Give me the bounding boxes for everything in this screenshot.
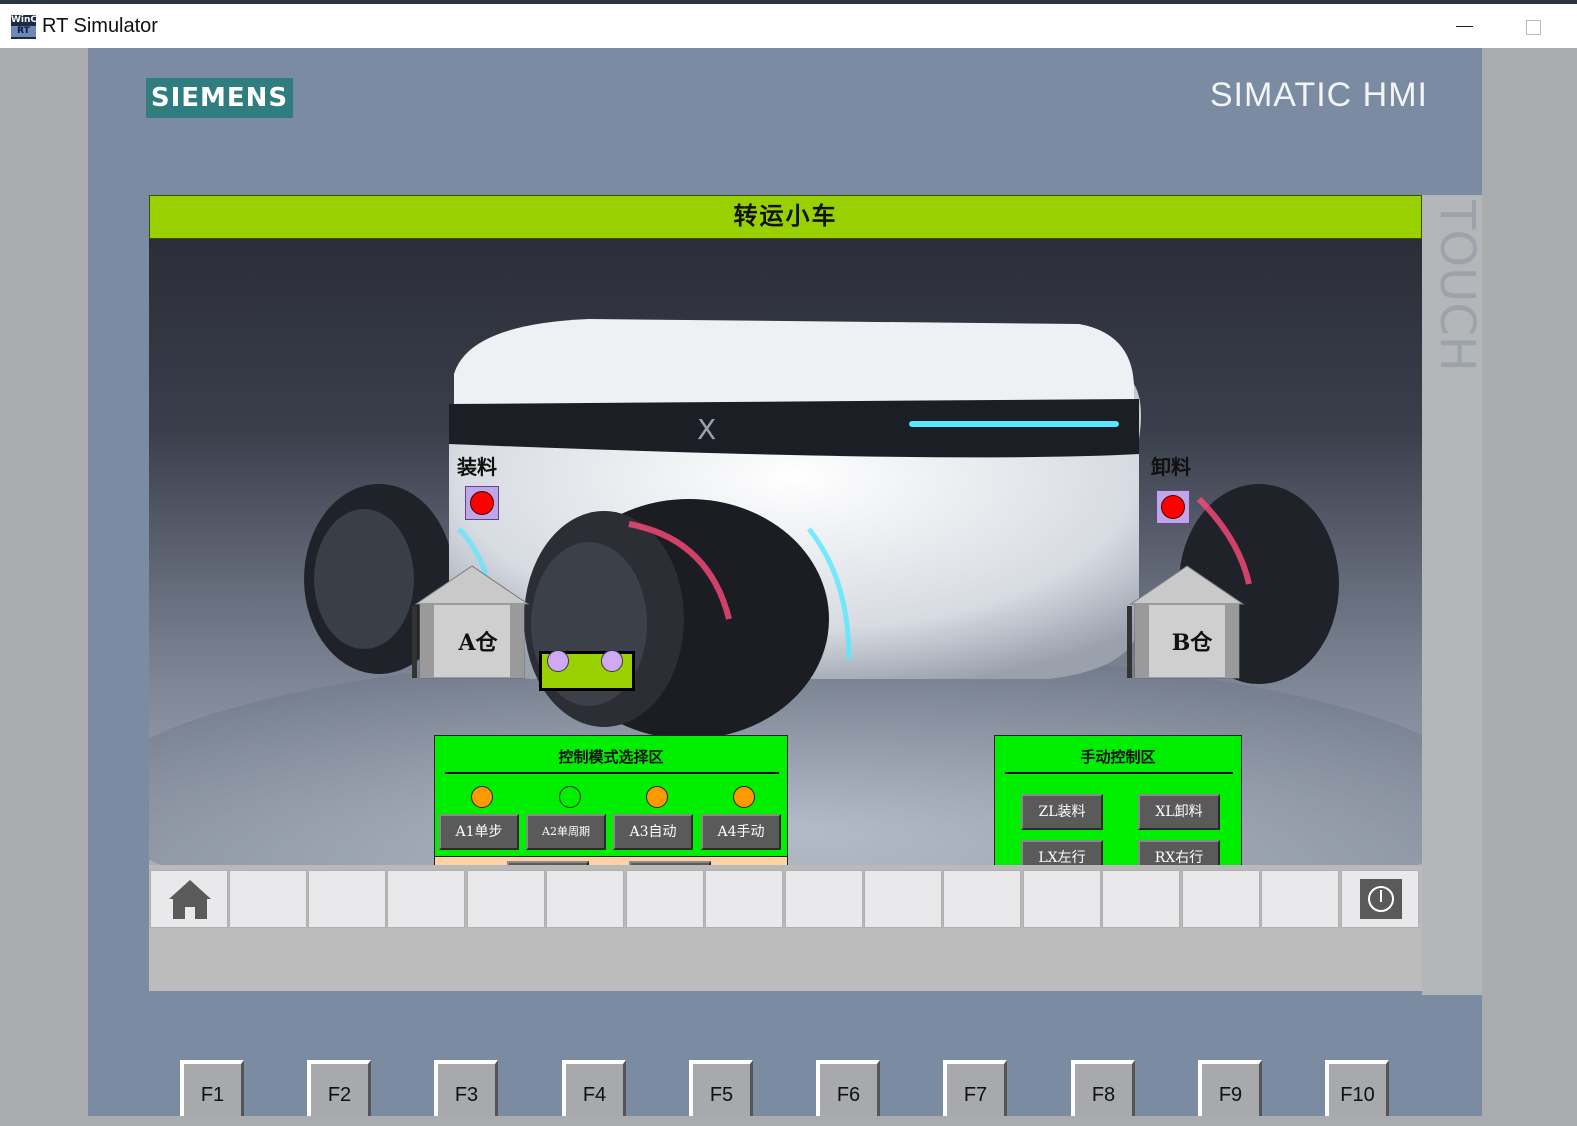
hard-key-f8[interactable]: F8 xyxy=(1071,1060,1135,1116)
load-indicator-lamp xyxy=(470,491,494,515)
touch-label: TOUCH xyxy=(1429,200,1485,372)
hard-key-f3[interactable]: F3 xyxy=(434,1060,498,1116)
device-frame-right xyxy=(1482,48,1577,1116)
hard-key-f10[interactable]: F10 xyxy=(1325,1060,1389,1116)
start-stop-zone: 启动 停止 xyxy=(434,857,788,865)
siemens-logo: SIEMENS xyxy=(146,78,293,118)
minimize-button[interactable] xyxy=(1456,26,1473,27)
app-icon: WinC RT xyxy=(11,15,38,39)
load-label: 装料 xyxy=(457,457,497,479)
screen-key-14[interactable] xyxy=(1182,870,1260,928)
home-key[interactable] xyxy=(150,870,228,928)
control-mode-title: 控制模式选择区 xyxy=(558,749,664,766)
hard-key-f7[interactable]: F7 xyxy=(943,1060,1007,1116)
screen-key-2[interactable] xyxy=(229,870,307,928)
hard-key-f1[interactable]: F1 xyxy=(180,1060,244,1116)
unload-indicator-lamp xyxy=(1161,495,1185,519)
control-mode-zone: 控制模式选择区 A1单步 A2单周期 A3自动 A4手动 xyxy=(434,735,788,857)
power-key[interactable] xyxy=(1341,870,1419,928)
screen-key-15[interactable] xyxy=(1261,870,1339,928)
screen-bottom-area xyxy=(149,928,1422,991)
silo-a-label: A仓 xyxy=(458,630,498,656)
manual-control-title: 手动控制区 xyxy=(1080,749,1156,766)
screen-key-3[interactable] xyxy=(308,870,386,928)
title-bar: WinC RT RT Simulator xyxy=(0,4,1577,49)
load-zl-button[interactable]: ZL装料 xyxy=(1021,794,1103,830)
screen-function-bar xyxy=(149,870,1422,928)
mode-lamp-a2 xyxy=(559,786,581,808)
manual-control-zone: 手动控制区 ZL装料 XL卸料 LX左行 RX右行 xyxy=(994,735,1242,865)
screen-key-5[interactable] xyxy=(467,870,545,928)
screen-key-8[interactable] xyxy=(705,870,783,928)
home-icon xyxy=(169,880,211,919)
unload-xl-button[interactable]: XL卸料 xyxy=(1138,794,1220,830)
screen-key-9[interactable] xyxy=(785,870,863,928)
hard-key-f5[interactable]: F5 xyxy=(689,1060,753,1116)
mode-a4-button[interactable]: A4手动 xyxy=(701,814,781,850)
svg-text:X: X xyxy=(697,413,716,446)
start-button[interactable]: 启动 xyxy=(507,861,589,865)
maximize-button[interactable] xyxy=(1526,20,1541,35)
screen-key-7[interactable] xyxy=(626,870,704,928)
move-right-rx-button[interactable]: RX右行 xyxy=(1138,840,1220,865)
screen-key-11[interactable] xyxy=(943,870,1021,928)
load-indicator xyxy=(465,486,499,520)
screen-key-4[interactable] xyxy=(387,870,465,928)
move-left-lx-button[interactable]: LX左行 xyxy=(1021,840,1103,865)
hard-key-f2[interactable]: F2 xyxy=(307,1060,371,1116)
silo-b-label: B仓 xyxy=(1171,630,1213,656)
power-icon xyxy=(1360,879,1402,919)
mode-lamp-a4 xyxy=(733,786,755,808)
simatic-hmi-brand: SIMATIC HMI xyxy=(1209,76,1428,114)
screen-key-12[interactable] xyxy=(1023,870,1101,928)
background-robot-image: X 装料 卸料 A仓 B仓 控制模式选择区 A1单步 A2单周期 A3自动 A4… xyxy=(149,239,1422,865)
mode-lamp-a1 xyxy=(471,786,493,808)
screen-header: 转运小车 xyxy=(149,195,1422,239)
hard-key-f4[interactable]: F4 xyxy=(562,1060,626,1116)
hard-key-f6[interactable]: F6 xyxy=(816,1060,880,1116)
device-frame-left xyxy=(0,48,88,1116)
screen-key-10[interactable] xyxy=(864,870,942,928)
mode-a1-button[interactable]: A1单步 xyxy=(439,814,519,850)
stop-button[interactable]: 停止 xyxy=(629,861,711,865)
mode-a3-button[interactable]: A3自动 xyxy=(613,814,693,850)
screen-key-13[interactable] xyxy=(1102,870,1180,928)
app-icon-line-2: RT xyxy=(11,26,36,37)
silo-b-icon xyxy=(1127,565,1245,679)
unload-label: 卸料 xyxy=(1151,457,1191,479)
cart-wheel-right xyxy=(601,650,623,672)
silo-a-icon xyxy=(412,565,530,679)
cart-wheel-left xyxy=(547,650,569,672)
control-mode-divider xyxy=(445,772,779,774)
screen-key-6[interactable] xyxy=(546,870,624,928)
app-icon-line-1: WinC xyxy=(11,15,38,25)
manual-control-divider xyxy=(1005,772,1233,774)
window-title: RT Simulator xyxy=(42,15,158,37)
mode-lamp-a3 xyxy=(646,786,668,808)
unload-indicator xyxy=(1156,490,1190,524)
hmi-screen: 转运小车 X 装料 卸料 A仓 B仓 控制模式选择区 A1单步 A2单周期 A3… xyxy=(149,195,1422,991)
mode-a2-button[interactable]: A2单周期 xyxy=(526,814,606,850)
hard-key-f9[interactable]: F9 xyxy=(1198,1060,1262,1116)
